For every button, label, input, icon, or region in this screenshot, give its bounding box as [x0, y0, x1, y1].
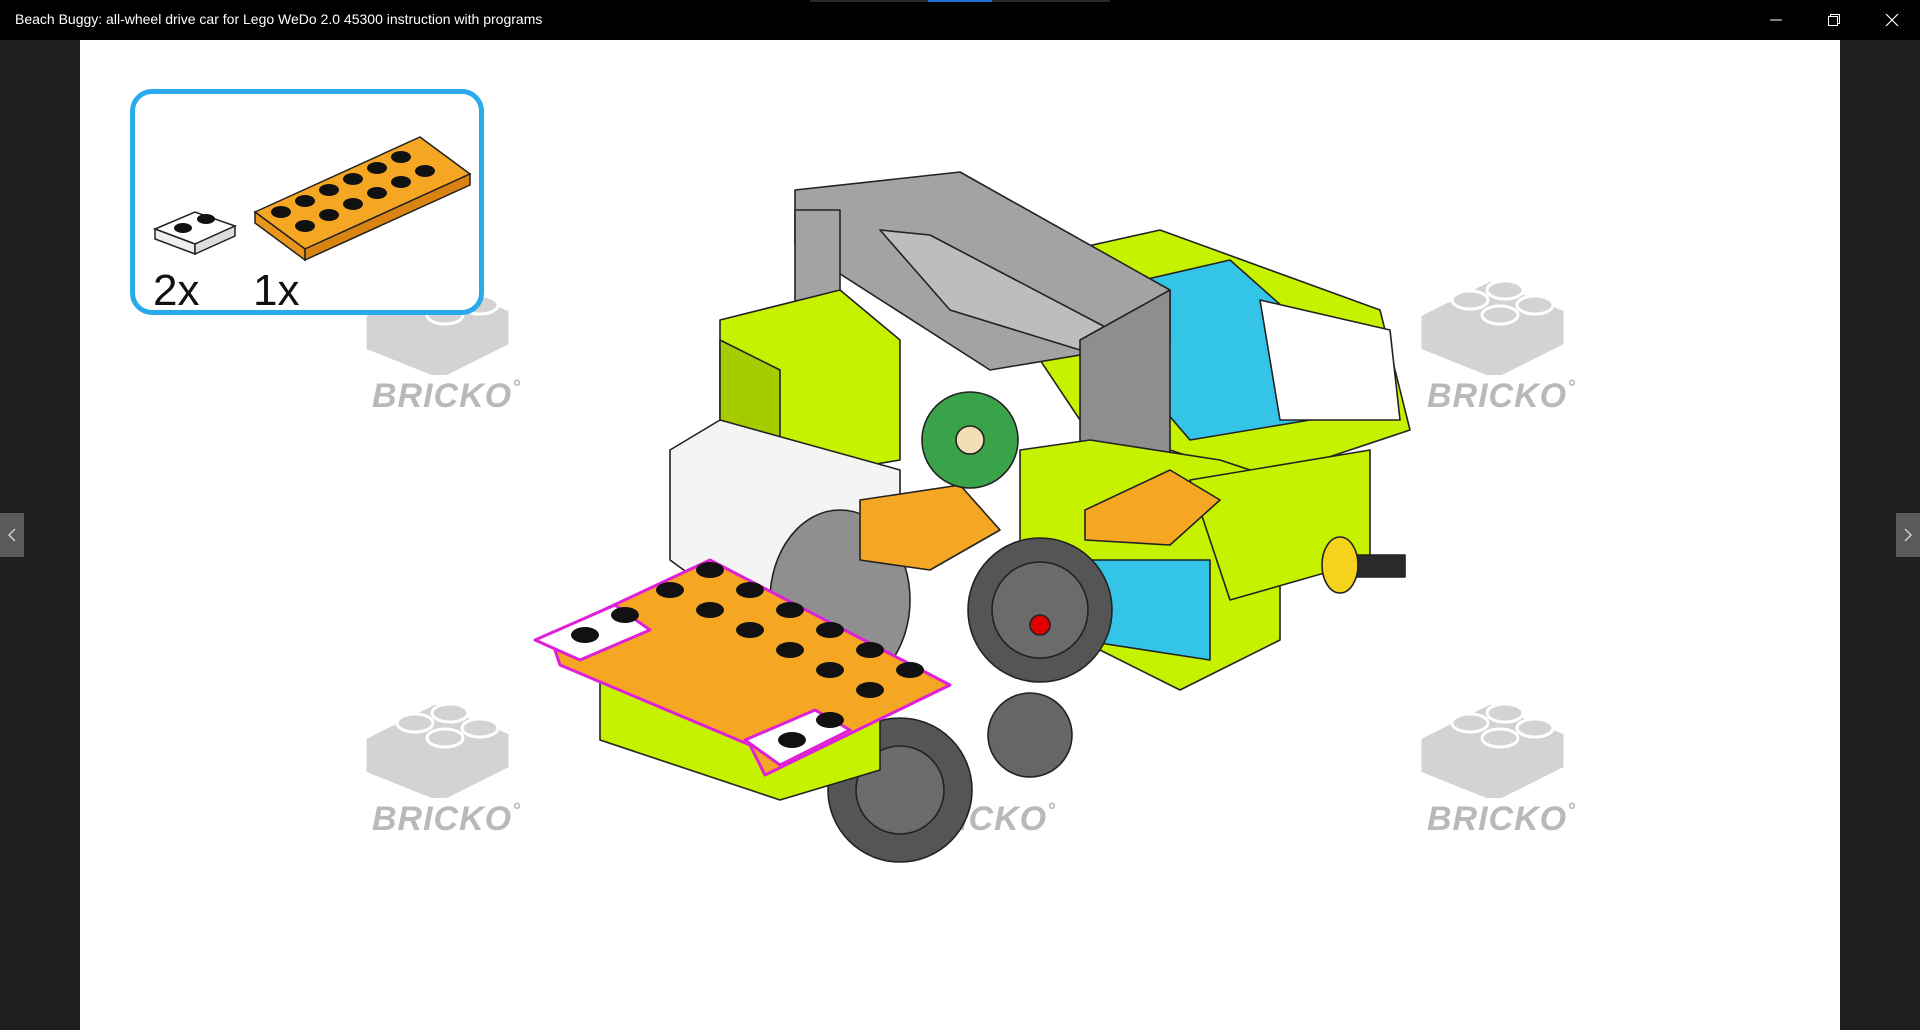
- window-title: Beach Buggy: all-wheel drive car for Leg…: [15, 11, 543, 27]
- previous-button[interactable]: [0, 513, 24, 557]
- watermark-text: BRICKO°: [1427, 800, 1577, 838]
- chevron-left-icon: [7, 528, 16, 542]
- brick-watermark-icon: [1418, 278, 1567, 382]
- next-button[interactable]: [1896, 513, 1920, 557]
- title-bar: Beach Buggy: all-wheel drive car for Leg…: [0, 0, 1920, 40]
- watermark-text: BRICKO°: [1427, 377, 1577, 415]
- restore-icon: [1828, 14, 1840, 26]
- orange-plate-part: [253, 136, 472, 262]
- image-viewer: BRICKO° BRICKO° BRICKO° BRICKO° BRICKO° …: [80, 40, 1840, 1030]
- restore-button[interactable]: [1806, 0, 1862, 40]
- watermark-logo: BRICKO°: [1405, 255, 1575, 435]
- watermark-logo: BRICKO°: [885, 678, 1055, 858]
- watermark-text: BRICKO°: [907, 800, 1057, 838]
- parts-callout: 2x 1x: [130, 89, 484, 315]
- close-button[interactable]: [1864, 0, 1920, 40]
- watermark-logo: BRICKO°: [1405, 678, 1575, 858]
- part-quantity: 1x: [253, 266, 300, 315]
- brick-watermark-icon: [1418, 701, 1567, 805]
- watermark-text: BRICKO°: [372, 377, 522, 415]
- white-plate-part: [152, 211, 238, 256]
- window-focus-indicator: [810, 0, 1110, 2]
- close-icon: [1885, 13, 1899, 27]
- watermark-text: BRICKO°: [372, 800, 522, 838]
- brick-watermark-icon: [363, 701, 512, 805]
- watermark-logo: BRICKO°: [350, 678, 520, 858]
- part-quantity: 2x: [153, 266, 200, 315]
- chevron-right-icon: [1904, 528, 1913, 542]
- minimize-icon: [1770, 19, 1782, 21]
- minimize-button[interactable]: [1748, 0, 1804, 40]
